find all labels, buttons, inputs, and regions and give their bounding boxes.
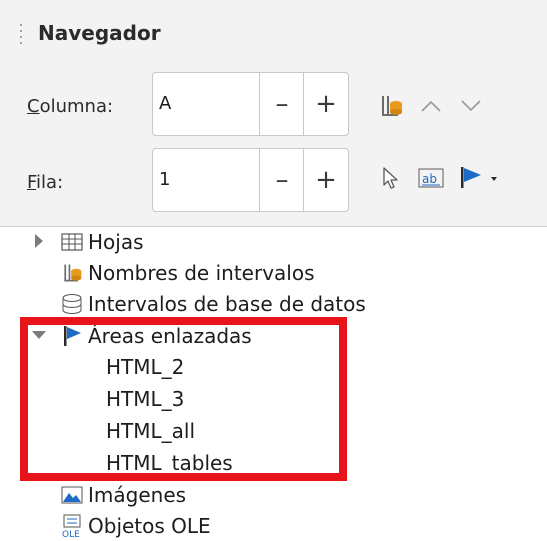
- database-icon: [60, 292, 84, 316]
- flag-dropdown-icon[interactable]: [456, 162, 506, 192]
- contents-ab-icon[interactable]: ab: [416, 164, 446, 192]
- row-decrement-button[interactable]: –: [259, 149, 304, 211]
- svg-text:ab: ab: [422, 172, 437, 186]
- range-names-icon: [60, 261, 84, 285]
- column-label: Columna:: [27, 96, 114, 117]
- sheet-grid-icon: [60, 230, 84, 254]
- row-input[interactable]: 1: [159, 169, 170, 190]
- tree-child-html-tables[interactable]: HTML_tables: [106, 451, 233, 475]
- collapse-arrow-icon[interactable]: [30, 326, 48, 344]
- tree-child-html-3[interactable]: HTML_3: [106, 387, 184, 411]
- tree-item-linked-areas[interactable]: Áreas enlazadas: [60, 321, 252, 351]
- column-spinbox[interactable]: A – +: [152, 72, 349, 136]
- row-label: Fila:: [27, 172, 64, 193]
- chevron-up-icon[interactable]: [416, 92, 446, 120]
- tree-child-html-2[interactable]: HTML_2: [106, 355, 184, 379]
- expand-arrow-icon[interactable]: [30, 232, 48, 250]
- navigator-header: Navegador: [0, 0, 547, 63]
- column-decrement-button[interactable]: –: [259, 73, 304, 135]
- chevron-down-icon[interactable]: [456, 92, 486, 120]
- column-increment-button[interactable]: +: [303, 73, 348, 135]
- linked-area-flag-icon: [60, 324, 84, 348]
- tree-item-ole-objects[interactable]: OLE Objetos OLE: [60, 511, 211, 541]
- tree-item-images[interactable]: Imágenes: [60, 480, 186, 510]
- row-spinbox[interactable]: 1 – +: [152, 148, 349, 212]
- tree-item-sheets[interactable]: Hojas: [60, 227, 144, 257]
- panel-title: Navegador: [38, 21, 161, 45]
- ole-object-icon: OLE: [60, 514, 84, 538]
- tree-item-range-names[interactable]: Nombres de intervalos: [60, 258, 315, 288]
- navigator-controls: Columna: A – + Fila: 1 – + ab: [0, 62, 547, 226]
- column-input[interactable]: A: [159, 93, 171, 114]
- drag-grip-icon[interactable]: [20, 24, 23, 44]
- row-increment-button[interactable]: +: [303, 149, 348, 211]
- drag-mode-cursor-icon[interactable]: [376, 164, 406, 192]
- navigator-tree: Hojas Nombres de intervalos Intervalos d…: [0, 226, 547, 541]
- tree-item-database-ranges[interactable]: Intervalos de base de datos: [60, 289, 366, 319]
- svg-text:OLE: OLE: [62, 530, 80, 538]
- tree-child-html-all[interactable]: HTML_all: [106, 419, 195, 443]
- image-icon: [60, 483, 84, 507]
- data-range-icon[interactable]: [376, 92, 406, 120]
